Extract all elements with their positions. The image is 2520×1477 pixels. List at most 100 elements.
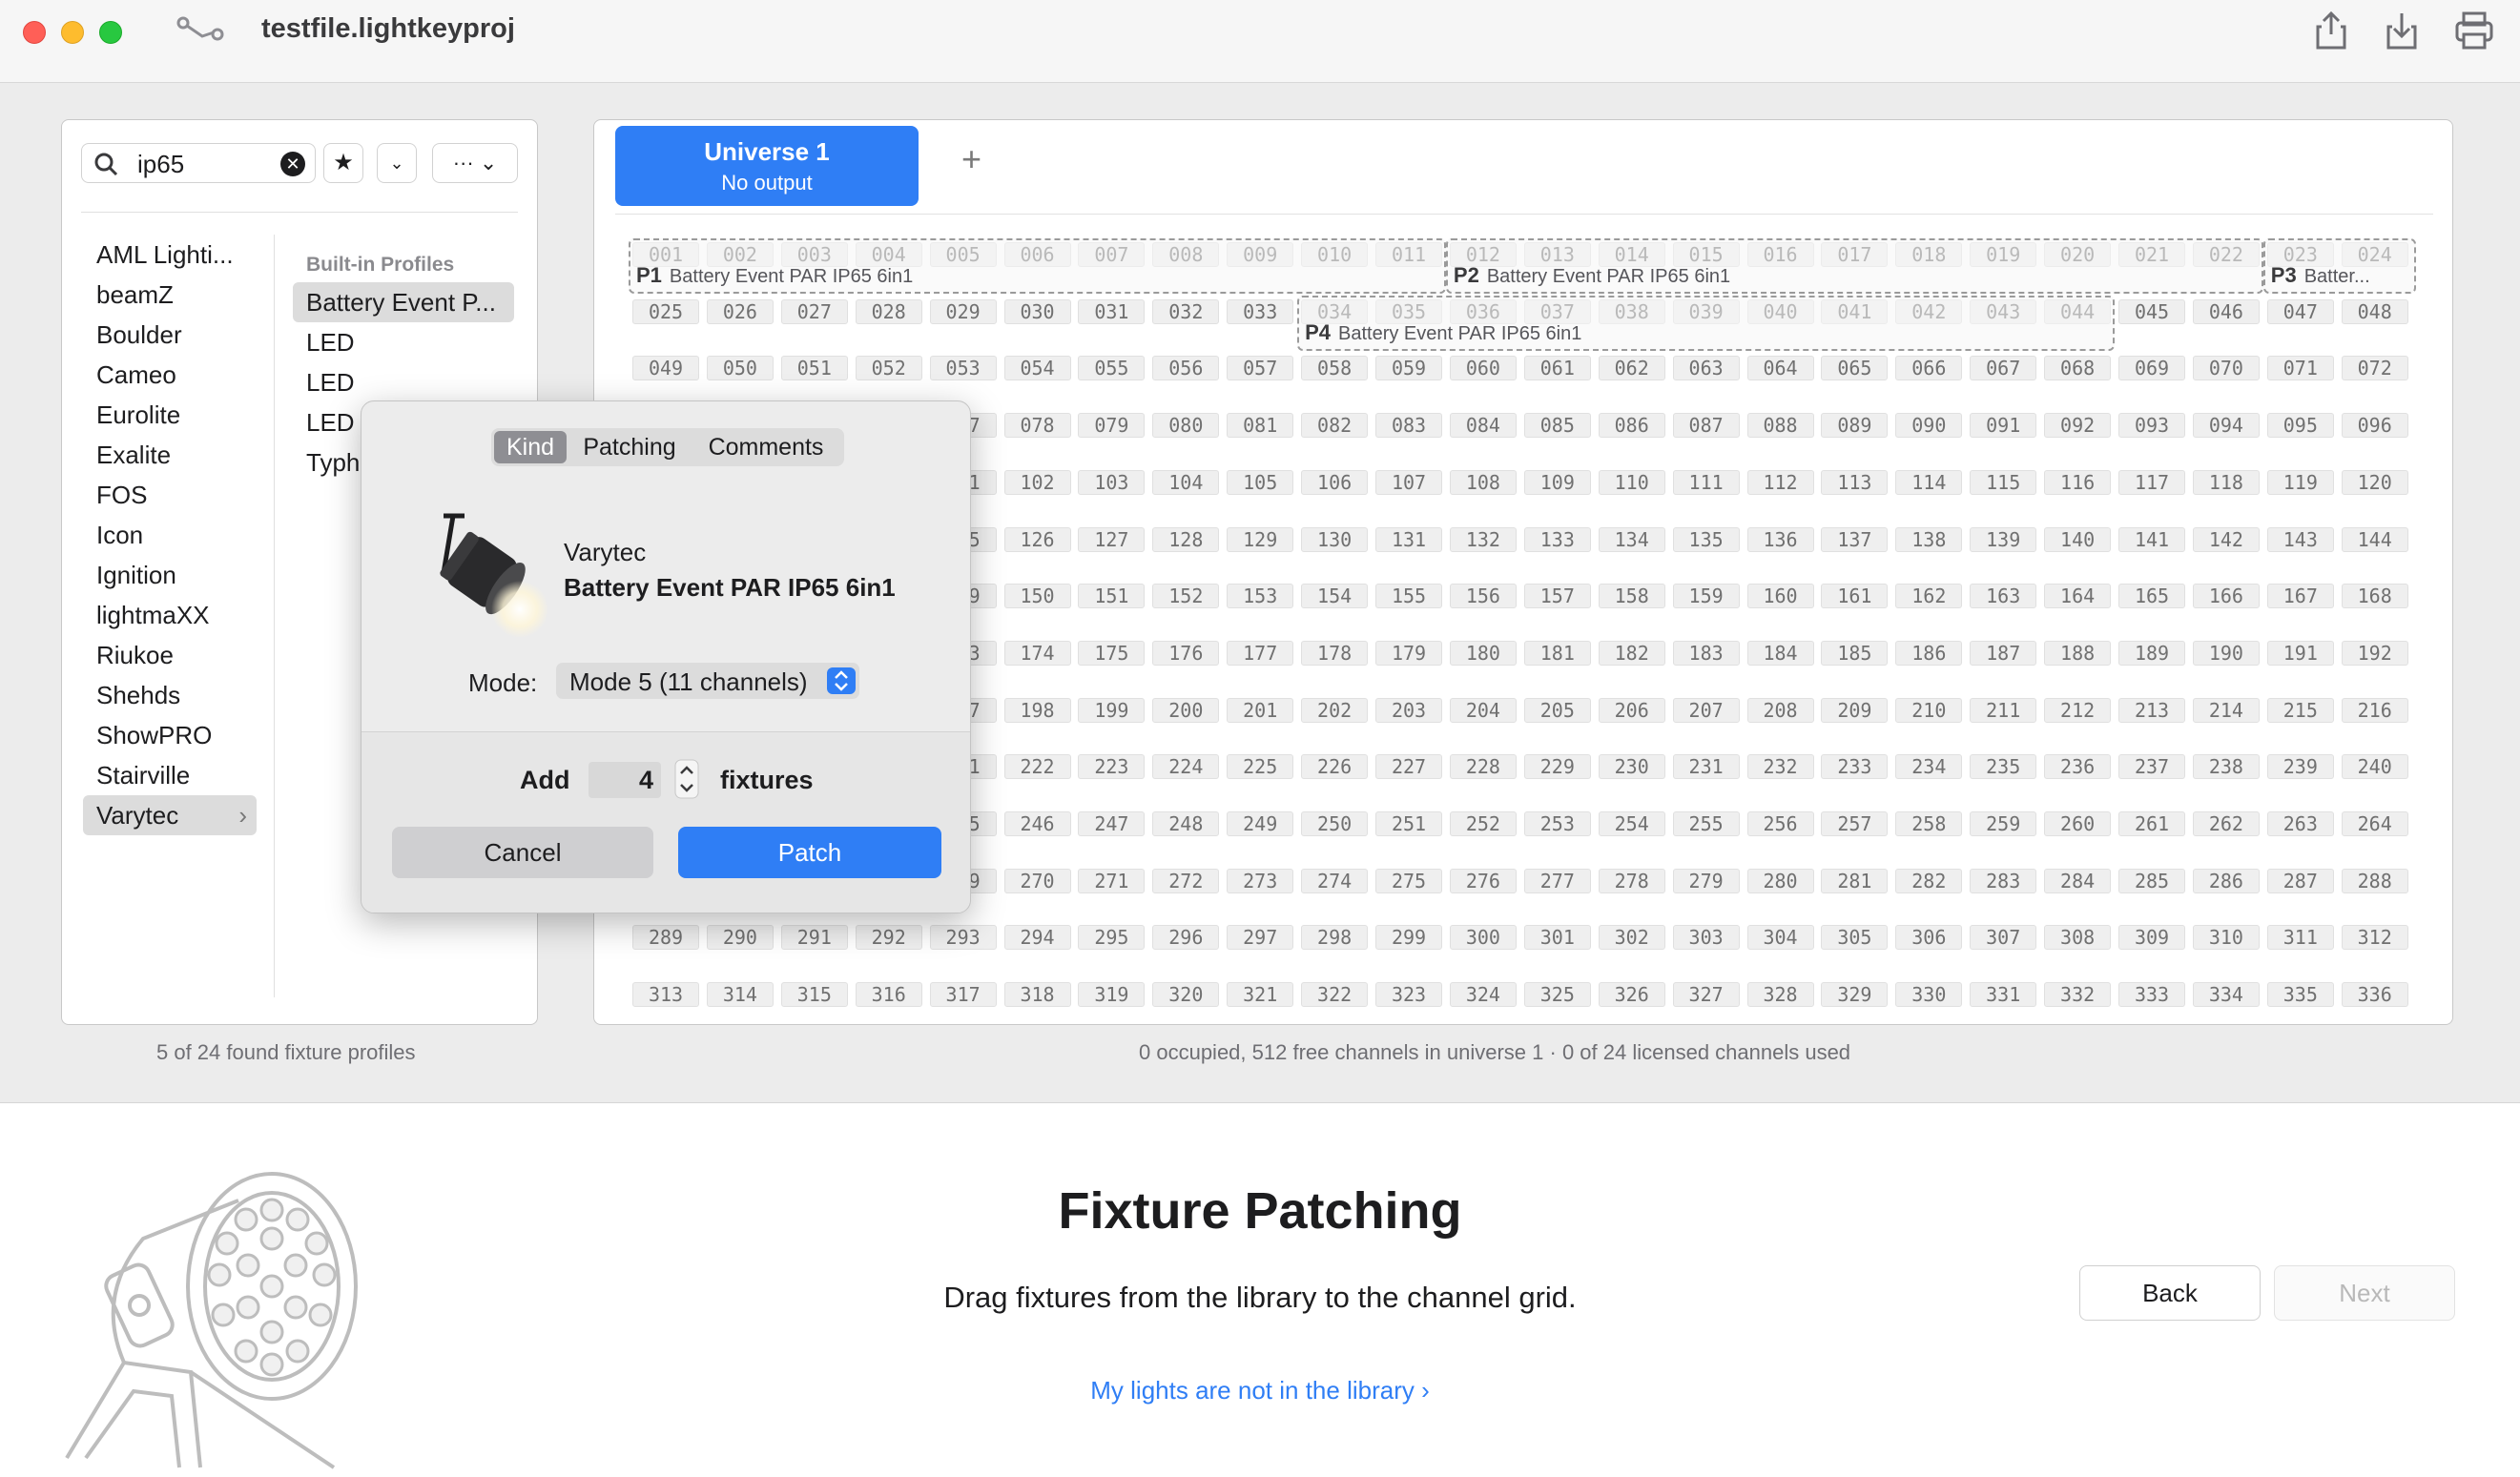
dmx-channel-cell[interactable]: 083 (1375, 413, 1442, 439)
dmx-channel-cell[interactable]: 130 (1301, 526, 1369, 552)
manufacturer-item[interactable]: FOS (83, 475, 257, 515)
dmx-channel-cell[interactable]: 105 (1227, 469, 1294, 495)
favorites-star-icon[interactable]: ★ (323, 143, 363, 183)
dmx-channel-cell[interactable]: 151 (1078, 584, 1146, 609)
dmx-channel-cell[interactable]: 230 (1598, 754, 1665, 780)
dmx-channel-cell[interactable]: 191 (2266, 640, 2334, 666)
search-field[interactable]: ip65 ✕ (81, 143, 316, 183)
dmx-channel-cell[interactable]: 062 (1598, 356, 1665, 381)
dmx-channel-cell[interactable]: 028 (855, 298, 922, 324)
dmx-channel-cell[interactable]: 138 (1895, 526, 1963, 552)
dmx-channel-cell[interactable]: 053 (929, 356, 997, 381)
dmx-channel-cell[interactable]: 207 (1672, 697, 1740, 723)
dmx-channel-cell[interactable]: 117 (2118, 469, 2185, 495)
dmx-channel-cell[interactable]: 139 (1970, 526, 2037, 552)
dmx-channel-cell[interactable]: 049 (632, 356, 699, 381)
dmx-channel-cell[interactable]: 279 (1672, 868, 1740, 893)
dmx-channel-cell[interactable]: 091 (1970, 413, 2037, 439)
dmx-channel-cell[interactable]: 282 (1895, 868, 1963, 893)
dmx-channel-cell[interactable]: 321 (1227, 982, 1294, 1008)
dmx-channel-cell[interactable]: 336 (2341, 982, 2408, 1008)
dmx-channel-cell[interactable]: 294 (1003, 925, 1071, 951)
dmx-channel-cell[interactable]: 174 (1003, 640, 1071, 666)
not-in-library-link[interactable]: My lights are not in the library › (0, 1376, 2520, 1405)
dmx-channel-cell[interactable]: 065 (1821, 356, 1889, 381)
dmx-channel-cell[interactable]: 112 (1746, 469, 1814, 495)
print-icon[interactable] (2453, 10, 2495, 51)
dmx-channel-cell[interactable]: 086 (1598, 413, 1665, 439)
dmx-channel-cell[interactable]: 226 (1301, 754, 1369, 780)
dmx-channel-cell[interactable]: 109 (1523, 469, 1591, 495)
dmx-channel-cell[interactable]: 129 (1227, 526, 1294, 552)
dmx-channel-cell[interactable]: 277 (1523, 868, 1591, 893)
dmx-channel-cell[interactable]: 113 (1821, 469, 1889, 495)
dmx-channel-cell[interactable]: 141 (2118, 526, 2185, 552)
dmx-channel-cell[interactable]: 184 (1746, 640, 1814, 666)
dmx-channel-cell[interactable]: 271 (1078, 868, 1146, 893)
dmx-channel-cell[interactable]: 031 (1078, 298, 1146, 324)
next-button[interactable]: Next (2274, 1265, 2455, 1321)
dmx-channel-cell[interactable]: 068 (2044, 356, 2112, 381)
chevron-down-icon[interactable]: ⌄ (377, 143, 417, 183)
dmx-channel-cell[interactable]: 204 (1449, 697, 1517, 723)
dmx-channel-cell[interactable]: 308 (2044, 925, 2112, 951)
dmx-channel-cell[interactable]: 165 (2118, 584, 2185, 609)
dmx-channel-cell[interactable]: 201 (1227, 697, 1294, 723)
dmx-channel-cell[interactable]: 285 (2118, 868, 2185, 893)
dmx-channel-cell[interactable]: 299 (1375, 925, 1442, 951)
dmx-channel-cell[interactable]: 225 (1227, 754, 1294, 780)
dmx-channel-cell[interactable]: 142 (2192, 526, 2260, 552)
dmx-channel-cell[interactable]: 120 (2341, 469, 2408, 495)
dmx-channel-cell[interactable]: 157 (1523, 584, 1591, 609)
dmx-channel-cell[interactable]: 081 (1227, 413, 1294, 439)
dmx-channel-cell[interactable]: 047 (2266, 298, 2334, 324)
dmx-channel-cell[interactable]: 156 (1449, 584, 1517, 609)
dmx-channel-cell[interactable]: 238 (2192, 754, 2260, 780)
profile-item[interactable]: LED (293, 362, 514, 402)
dmx-channel-cell[interactable]: 198 (1003, 697, 1071, 723)
dmx-channel-cell[interactable]: 063 (1672, 356, 1740, 381)
dmx-channel-cell[interactable]: 163 (1970, 584, 2037, 609)
dmx-channel-cell[interactable]: 307 (1970, 925, 2037, 951)
export-icon[interactable] (2383, 10, 2421, 51)
manufacturer-item[interactable]: Exalite (83, 435, 257, 475)
dmx-channel-cell[interactable]: 298 (1301, 925, 1369, 951)
dmx-channel-cell[interactable]: 233 (1821, 754, 1889, 780)
dmx-channel-cell[interactable]: 330 (1895, 982, 1963, 1008)
dmx-channel-cell[interactable]: 200 (1152, 697, 1220, 723)
dmx-channel-cell[interactable]: 215 (2266, 697, 2334, 723)
dmx-channel-cell[interactable]: 183 (1672, 640, 1740, 666)
dmx-channel-cell[interactable]: 310 (2192, 925, 2260, 951)
dmx-channel-cell[interactable]: 175 (1078, 640, 1146, 666)
manufacturer-item[interactable]: Boulder (83, 315, 257, 355)
manufacturer-item[interactable]: Shehds (83, 675, 257, 715)
mode-select[interactable]: Mode 5 (11 channels) (556, 663, 859, 699)
dmx-channel-cell[interactable]: 096 (2341, 413, 2408, 439)
dmx-channel-cell[interactable]: 305 (1821, 925, 1889, 951)
dmx-channel-cell[interactable]: 259 (1970, 811, 2037, 836)
dmx-channel-cell[interactable]: 167 (2266, 584, 2334, 609)
dmx-channel-cell[interactable]: 301 (1523, 925, 1591, 951)
dmx-channel-cell[interactable]: 078 (1003, 413, 1071, 439)
dmx-channel-cell[interactable]: 254 (1598, 811, 1665, 836)
dmx-channel-cell[interactable]: 070 (2192, 356, 2260, 381)
dmx-channel-cell[interactable]: 284 (2044, 868, 2112, 893)
dmx-channel-cell[interactable]: 291 (780, 925, 848, 951)
minimize-window-button[interactable] (61, 21, 84, 44)
dmx-channel-cell[interactable]: 061 (1523, 356, 1591, 381)
dmx-channel-cell[interactable]: 187 (1970, 640, 2037, 666)
dmx-channel-cell[interactable]: 208 (1746, 697, 1814, 723)
manufacturer-item[interactable]: Icon (83, 515, 257, 555)
dmx-channel-cell[interactable]: 119 (2266, 469, 2334, 495)
dmx-channel-cell[interactable]: 223 (1078, 754, 1146, 780)
dmx-channel-cell[interactable]: 033 (1227, 298, 1294, 324)
dmx-channel-cell[interactable]: 055 (1078, 356, 1146, 381)
dmx-channel-cell[interactable]: 064 (1746, 356, 1814, 381)
dmx-channel-cell[interactable]: 206 (1598, 697, 1665, 723)
dmx-channel-cell[interactable]: 314 (706, 982, 774, 1008)
dmx-channel-cell[interactable]: 332 (2044, 982, 2112, 1008)
dmx-channel-cell[interactable]: 180 (1449, 640, 1517, 666)
dmx-channel-cell[interactable]: 262 (2192, 811, 2260, 836)
dmx-channel-cell[interactable]: 315 (780, 982, 848, 1008)
dmx-channel-cell[interactable]: 168 (2341, 584, 2408, 609)
